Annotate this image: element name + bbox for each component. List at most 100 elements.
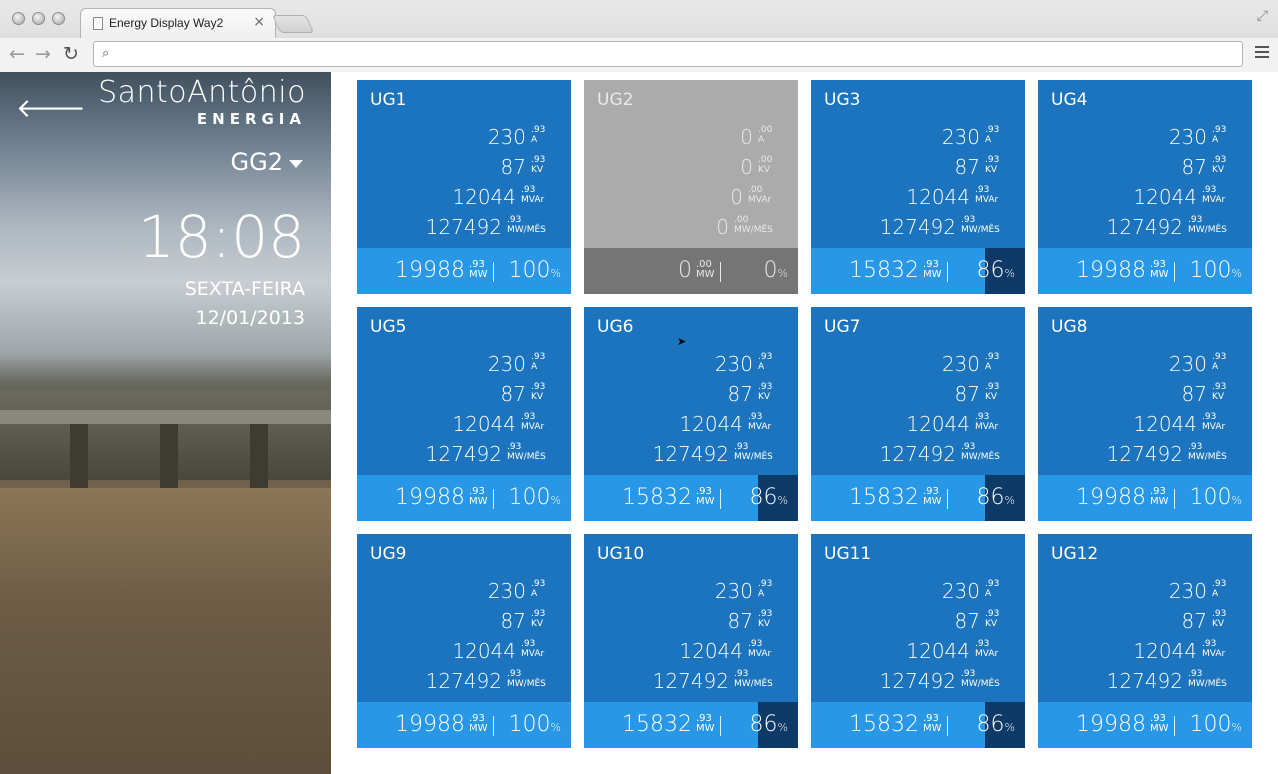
reactive-value: 12044 (906, 185, 970, 209)
background-water (0, 488, 331, 774)
power-bar: 15832 .93 MW 86% (584, 475, 798, 521)
back-arrow-icon[interactable]: 🡐 (16, 96, 86, 122)
unit-card[interactable]: UG11 230 .93 A 87 .93 KV 12044 .93 MVAr 127… (811, 534, 1025, 748)
menu-icon[interactable] (1255, 46, 1269, 61)
power-reading: 15832 .93 MW (849, 485, 949, 510)
unit-card[interactable]: UG4 230 .93 A 87 .93 KV 12044 .93 MVAr 1274… (1038, 80, 1252, 294)
unit-card[interactable]: UG9 230 .93 A 87 .93 KV 12044 .93 MVAr 1274… (357, 534, 571, 748)
energy-reading: 127492 .93 MW/MÊS (1052, 212, 1242, 242)
divider (720, 262, 721, 282)
load-percent: 86% (977, 712, 1015, 737)
voltage-unit: KV (1212, 165, 1225, 175)
power-bar: 15832 .93 MW 86% (811, 702, 1025, 748)
zoom-window-button[interactable] (52, 12, 65, 25)
reactive-value: 12044 (679, 639, 743, 663)
reactive-unit: MVAr (1202, 649, 1226, 659)
power-reading: 19988 .93 MW (395, 485, 495, 510)
voltage-value: 87 (1181, 155, 1207, 179)
power-value: 15832 (849, 258, 919, 283)
group-select[interactable]: GG2 (231, 148, 303, 176)
unit-readings: 230 .93 A 87 .93 KV 12044 .93 MVAr 127492 .… (598, 576, 788, 696)
power-unit: MW (923, 495, 942, 507)
power-unit: MW (469, 495, 488, 507)
unit-card[interactable]: UG3 230 .93 A 87 .93 KV 12044 .93 MVAr 1274… (811, 80, 1025, 294)
new-tab-button[interactable] (271, 15, 315, 33)
current-unit: A (531, 135, 538, 145)
forward-button[interactable]: → (35, 42, 51, 66)
current-unit: A (1212, 362, 1219, 372)
current-reading: 230 .93 A (598, 349, 788, 379)
energy-value: 127492 (425, 215, 502, 239)
current-value: 230 (941, 352, 980, 376)
mouse-cursor: ➤ (677, 335, 687, 348)
voltage-reading: 87 .93 KV (825, 152, 1015, 182)
unit-readings: 230 .93 A 87 .93 KV 12044 .93 MVAr 127492 .… (1052, 576, 1242, 696)
reload-button[interactable]: ↻ (63, 42, 79, 66)
unit-card[interactable]: UG8 230 .93 A 87 .93 KV 12044 .93 MVAr 1274… (1038, 307, 1252, 521)
reactive-unit: MVAr (975, 649, 999, 659)
address-bar[interactable]: ⌕ (93, 41, 1243, 67)
unit-card[interactable]: UG7 230 .93 A 87 .93 KV 12044 .93 MVAr 1274… (811, 307, 1025, 521)
unit-card[interactable]: UG1 230 .93 A 87 .93 KV 12044 .93 MVAr 1274… (357, 80, 571, 294)
unit-card[interactable]: UG6 230 .93 A 87 .93 KV 12044 .93 MVAr 1274… (584, 307, 798, 521)
voltage-value: 87 (954, 155, 980, 179)
load-percent: 100% (509, 485, 561, 510)
energy-decimals: .93 (734, 442, 749, 452)
back-button[interactable]: ← (9, 42, 25, 66)
voltage-unit: KV (985, 392, 998, 402)
load-percent-value: 86 (749, 485, 778, 510)
current-reading: 230 .93 A (371, 122, 561, 152)
power-value: 15832 (849, 485, 919, 510)
reactive-decimals: .93 (1202, 639, 1217, 649)
unit-card[interactable]: UG5 230 .93 A 87 .93 KV 12044 .93 MVAr 1274… (357, 307, 571, 521)
browser-tab[interactable]: Energy Display Way2 × (80, 8, 276, 38)
energy-unit: MW/MÊS (507, 225, 546, 235)
reactive-decimals: .93 (975, 412, 990, 422)
unit-card[interactable]: UG12 230 .93 A 87 .93 KV 12044 .93 MVAr 127… (1038, 534, 1252, 748)
power-unit: MW (696, 495, 715, 507)
current-decimals: .93 (1212, 579, 1227, 589)
load-percent: 0% (764, 258, 788, 283)
minimize-window-button[interactable] (32, 12, 45, 25)
load-percent: 100% (509, 258, 561, 283)
unit-card[interactable]: UG10 230 .93 A 87 .93 KV 12044 .93 MVAr 127… (584, 534, 798, 748)
voltage-reading: 87 .93 KV (598, 606, 788, 636)
load-percent-value: 100 (1189, 485, 1232, 510)
energy-unit: MW/MÊS (961, 679, 1000, 689)
fullscreen-icon[interactable]: ⤢ (1257, 8, 1268, 24)
divider (947, 262, 948, 282)
reactive-unit: MVAr (975, 422, 999, 432)
close-window-button[interactable] (12, 12, 25, 25)
reactive-decimals: .93 (1202, 185, 1217, 195)
reactive-unit: MVAr (1202, 195, 1226, 205)
current-value: 230 (714, 352, 753, 376)
power-unit: MW (696, 268, 715, 280)
current-value: 230 (487, 579, 526, 603)
unit-name: UG3 (824, 90, 861, 110)
tab-close-icon[interactable]: × (253, 14, 265, 30)
energy-reading: 127492 .93 MW/MÊS (825, 439, 1015, 469)
voltage-unit: KV (985, 165, 998, 175)
unit-card[interactable]: UG2 0 .00 A 0 .00 KV 0 .00 MVAr 0 .00 MW/MÊS… (584, 80, 798, 294)
current-reading: 0 .00 A (598, 122, 788, 152)
unit-readings: 230 .93 A 87 .93 KV 12044 .93 MVAr 127492 .… (371, 122, 561, 242)
percent-unit: % (1004, 721, 1015, 734)
current-reading: 230 .93 A (371, 576, 561, 606)
divider (720, 716, 721, 736)
current-unit: A (758, 589, 765, 599)
power-reading: 15832 .93 MW (622, 485, 722, 510)
energy-unit: MW/MÊS (1188, 225, 1227, 235)
group-select-label: GG2 (230, 148, 283, 176)
reactive-unit: MVAr (975, 195, 999, 205)
unit-readings: 230 .93 A 87 .93 KV 12044 .93 MVAr 127492 .… (1052, 122, 1242, 242)
voltage-reading: 87 .93 KV (1052, 379, 1242, 409)
voltage-value: 87 (954, 382, 980, 406)
reactive-value: 12044 (1133, 639, 1197, 663)
voltage-decimals: .93 (1212, 609, 1227, 619)
energy-decimals: .93 (961, 442, 976, 452)
load-percent-value: 86 (976, 712, 1005, 737)
current-decimals: .93 (531, 579, 546, 589)
voltage-reading: 87 .93 KV (825, 606, 1015, 636)
reactive-reading: 12044 .93 MVAr (825, 409, 1015, 439)
energy-decimals: .93 (1188, 215, 1203, 225)
